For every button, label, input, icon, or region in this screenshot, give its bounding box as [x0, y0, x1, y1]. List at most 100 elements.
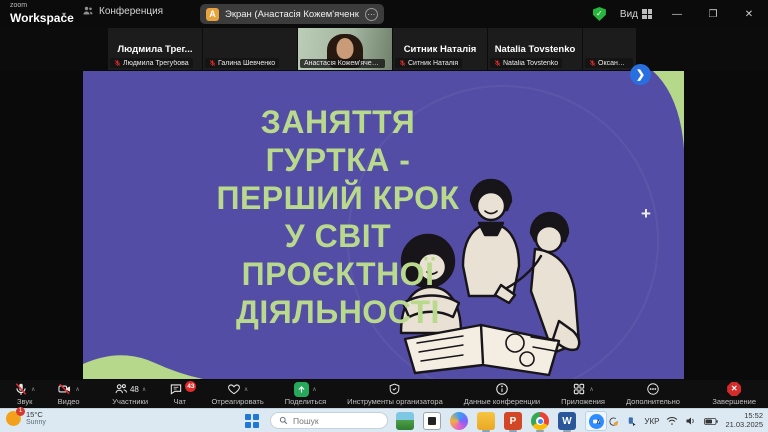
end-meeting-button[interactable]: ✕ Завершение: [708, 381, 760, 407]
weather-widget[interactable]: 1 15°C Sunny: [6, 411, 46, 426]
sun-icon: 1: [6, 411, 21, 426]
copilot-icon[interactable]: [450, 412, 468, 430]
share-screen-button[interactable]: ∧ Поделиться: [281, 381, 330, 407]
chevron-up-icon[interactable]: ∧: [312, 386, 316, 393]
share-tab-avatar: A: [206, 8, 219, 21]
next-participants-button[interactable]: ❯: [630, 64, 651, 85]
participant-label: Людмила Трегубова: [110, 58, 193, 68]
participant-tile[interactable]: Людмила Трег... Людмила Трегубова: [108, 28, 202, 70]
view-button[interactable]: Вид: [620, 9, 652, 20]
participants-count: 48: [130, 385, 139, 394]
tab-screen-share-label: Экран (Анастасія Кожем'яченк: [225, 9, 359, 20]
maximize-button[interactable]: ❐: [702, 9, 724, 20]
chat-icon: [169, 382, 183, 396]
tab-screen-share[interactable]: A Экран (Анастасія Кожем'яченк ⋯: [200, 4, 384, 24]
tray-date: 21.03.2025: [725, 421, 763, 430]
security-shield-icon[interactable]: ✓: [593, 7, 606, 21]
audio-button[interactable]: ∧ Звук: [10, 381, 39, 407]
chevron-up-icon[interactable]: ∧: [31, 386, 35, 393]
title-bar: zoom Workspace ▾ Конференция A Экран (Ан…: [0, 0, 768, 28]
tab-meeting[interactable]: Конференция: [82, 5, 163, 17]
wifi-icon[interactable]: [666, 416, 678, 426]
heart-icon: [227, 382, 241, 396]
plus-decoration: +: [641, 204, 651, 224]
widgets-icon[interactable]: [396, 412, 414, 430]
chevron-right-icon: ❯: [636, 68, 645, 81]
chrome-icon[interactable]: [531, 412, 549, 430]
weather-temp: 15°C: [26, 411, 46, 419]
chat-unread-badge: 43: [185, 381, 196, 392]
muted-mic-icon: [209, 59, 216, 67]
system-tray: ∧ УКР 15:52 21.03.2025: [596, 409, 766, 432]
participant-label: Natalia Tovstenko: [490, 58, 562, 68]
view-grid-icon: [642, 9, 652, 19]
participant-tile[interactable]: Галина Шевченко: [203, 28, 297, 70]
participant-tile[interactable]: Ситник Наталія Ситник Наталія: [393, 28, 487, 70]
word-icon[interactable]: W: [558, 412, 576, 430]
task-view-icon[interactable]: [423, 412, 441, 430]
shared-screen-area: ЗАНЯТТЯ ГУРТКА - ПЕРШИЙ КРОК У СВІТ ПРОЄ…: [0, 70, 768, 380]
reactions-button[interactable]: ∧ Отреагировать: [207, 381, 267, 407]
meeting-info-button[interactable]: Данные конференции: [460, 381, 544, 407]
speaker-icon[interactable]: [685, 416, 697, 426]
muted-camera-icon: [57, 382, 72, 396]
video-button[interactable]: ∧ Видео: [53, 381, 83, 407]
chevron-up-icon[interactable]: ∧: [244, 386, 248, 393]
participant-tile-active-speaker[interactable]: Анастасія Кожем'яченко: [298, 28, 392, 70]
close-button[interactable]: ✕: [738, 9, 760, 20]
search-icon: [279, 416, 288, 425]
apps-button[interactable]: ∧ Приложения: [557, 381, 609, 407]
chat-button[interactable]: 43 ∧ Чат: [165, 381, 194, 407]
participant-label: Оксана Газука: [585, 58, 633, 68]
windows-taskbar: 1 15°C Sunny P W ∧: [0, 408, 768, 432]
device-icon[interactable]: [626, 416, 637, 427]
zoom-meeting-window: zoom Workspace ▾ Конференция A Экран (Ан…: [0, 0, 768, 432]
chevron-up-icon[interactable]: ∧: [75, 386, 79, 393]
muted-mic-icon: [14, 382, 28, 396]
slide-title: ЗАНЯТТЯ ГУРТКА - ПЕРШИЙ КРОК У СВІТ ПРОЄ…: [133, 103, 543, 331]
apps-grid-icon: [572, 382, 586, 396]
brand-small: zoom: [10, 2, 74, 9]
battery-icon[interactable]: [704, 417, 718, 426]
participant-label: Анастасія Кожем'яченко: [300, 59, 385, 68]
chevron-up-icon[interactable]: ∧: [142, 386, 146, 393]
muted-mic-icon: [114, 59, 121, 67]
file-explorer-icon[interactable]: [477, 412, 495, 430]
language-indicator[interactable]: УКР: [644, 417, 659, 426]
weather-condition: Sunny: [26, 419, 46, 426]
info-icon: [495, 382, 509, 396]
meeting-toolbar: ∧ Звук ∧ Видео 48 ∧ Участники: [0, 380, 768, 408]
share-screen-icon: [294, 382, 309, 397]
participant-label: Ситник Наталія: [395, 58, 462, 68]
tray-chevron-icon[interactable]: ∧: [596, 417, 602, 426]
muted-mic-icon: [494, 59, 501, 67]
participant-filmstrip: Людмила Трег... Людмила Трегубова Галина…: [0, 28, 768, 70]
minimize-button[interactable]: —: [666, 9, 688, 20]
chevron-down-icon[interactable]: ▾: [62, 10, 66, 19]
start-button[interactable]: [245, 414, 259, 428]
powerpoint-icon[interactable]: P: [504, 412, 522, 430]
more-button[interactable]: Дополнительно: [622, 381, 684, 407]
people-icon: [82, 5, 94, 17]
presentation-slide: ЗАНЯТТЯ ГУРТКА - ПЕРШИЙ КРОК У СВІТ ПРОЄ…: [83, 71, 684, 379]
tab-meeting-label: Конференция: [99, 6, 163, 17]
end-meeting-icon: ✕: [727, 382, 741, 396]
shield-icon: [388, 382, 401, 396]
more-icon: [646, 382, 660, 396]
notification-badge: 1: [16, 407, 25, 416]
tab-options-icon[interactable]: ⋯: [365, 8, 378, 21]
muted-mic-icon: [589, 59, 596, 67]
search-input[interactable]: [293, 416, 373, 426]
participant-tile[interactable]: Natalia Tovstenko Natalia Tovstenko: [488, 28, 582, 70]
chevron-up-icon[interactable]: ∧: [589, 386, 593, 393]
clock[interactable]: 15:52 21.03.2025: [725, 412, 766, 429]
participants-button[interactable]: 48 ∧ Участники: [108, 381, 152, 407]
host-tools-button[interactable]: Инструменты организатора: [343, 381, 447, 407]
participant-tile[interactable]: Оксана Газука: [583, 28, 636, 70]
view-label: Вид: [620, 9, 638, 20]
taskbar-search[interactable]: [270, 412, 388, 429]
participant-label: Галина Шевченко: [205, 58, 279, 68]
muted-mic-icon: [399, 59, 406, 67]
sync-icon[interactable]: [608, 416, 619, 427]
participants-icon: [114, 382, 128, 396]
